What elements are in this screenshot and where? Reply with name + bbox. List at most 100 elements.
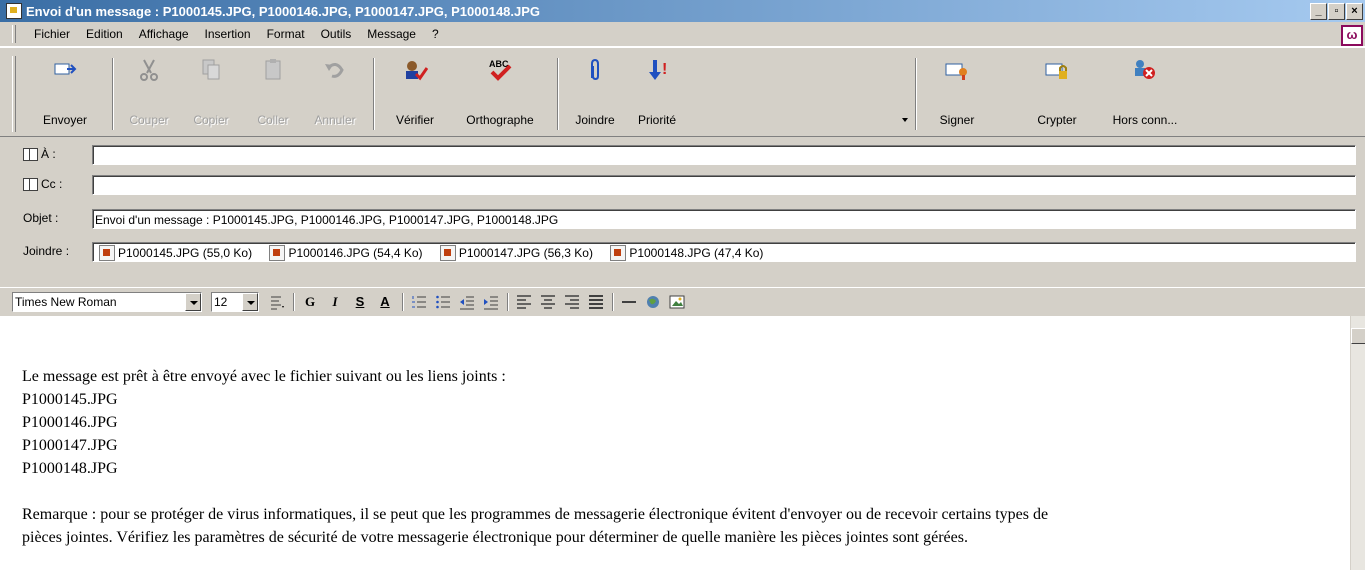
minimize-button[interactable]: _ — [1310, 3, 1327, 20]
font-size-select[interactable]: 12 — [211, 292, 259, 312]
body-file-line: P1000146.JPG — [22, 414, 118, 431]
check-names-icon — [406, 61, 428, 81]
undo-label: Annuler — [314, 113, 356, 127]
copy-button[interactable]: Copier — [180, 56, 242, 134]
menu-outils[interactable]: Outils — [313, 27, 360, 41]
cut-button[interactable]: Couper — [118, 56, 180, 134]
menu-bar: Fichier Edition Affichage Insertion Form… — [0, 22, 1365, 47]
cc-field[interactable] — [92, 175, 1356, 195]
attachment-item[interactable]: P1000148.JPG (47,4 Ko) — [606, 243, 763, 261]
close-button[interactable]: × — [1346, 3, 1363, 20]
address-book-icon — [23, 147, 38, 161]
to-label[interactable]: À : — [23, 147, 56, 161]
subject-label: Objet : — [23, 211, 59, 225]
font-color-button[interactable]: A — [375, 292, 395, 312]
attachment-item[interactable]: P1000146.JPG (54,4 Ko) — [265, 243, 423, 261]
align-right-button[interactable] — [562, 292, 582, 312]
bullet-list-button[interactable] — [433, 292, 453, 312]
subject-row: Objet : Envoi d'un message : P1000145.JP… — [0, 207, 1365, 233]
bold-button[interactable]: G — [300, 292, 320, 312]
cc-label[interactable]: Cc : — [23, 177, 62, 191]
spelling-icon: ABC — [489, 59, 512, 81]
paste-icon — [265, 59, 281, 80]
attach-label: Joindre — [575, 113, 615, 127]
address-book-icon — [23, 177, 38, 191]
menu-help[interactable]: ? — [424, 27, 447, 41]
check-names-button[interactable]: Vérifier — [380, 56, 450, 134]
justify-button[interactable] — [586, 292, 606, 312]
italic-button[interactable]: I — [325, 292, 345, 312]
priority-icon: ! — [649, 60, 667, 80]
sign-icon — [945, 63, 967, 80]
copy-label: Copier — [193, 113, 229, 127]
paste-button[interactable]: Coller — [242, 56, 304, 134]
priority-dropdown-arrow[interactable] — [902, 118, 908, 122]
lock-envelope-icon — [1045, 63, 1067, 79]
menu-fichier[interactable]: Fichier — [26, 27, 78, 41]
offline-icon — [1135, 60, 1155, 79]
offline-button[interactable]: Hors conn... — [1100, 56, 1190, 134]
attachment-item[interactable]: P1000147.JPG (56,3 Ko) — [436, 243, 593, 261]
menu-message[interactable]: Message — [359, 27, 424, 41]
menu-edition[interactable]: Edition — [78, 27, 131, 41]
window-title: Envoi d'un message : P1000145.JPG, P1000… — [26, 3, 541, 19]
jpg-file-icon — [610, 245, 627, 261]
increase-indent-button[interactable] — [481, 292, 501, 312]
message-body-editor[interactable]: Le message est prêt à être envoyé avec l… — [0, 316, 1350, 570]
globe-icon — [647, 296, 659, 308]
copy-icon — [202, 59, 220, 80]
paragraph-style-button[interactable] — [267, 292, 287, 312]
cc-row: Cc : — [0, 173, 1365, 199]
align-center-button[interactable] — [538, 292, 558, 312]
menu-grip[interactable] — [12, 25, 16, 43]
underline-button[interactable]: S — [350, 292, 370, 312]
chevron-down-icon[interactable] — [185, 293, 201, 311]
menu-format[interactable]: Format — [259, 27, 313, 41]
align-left-icon — [517, 295, 531, 309]
attach-button[interactable]: Joindre — [564, 56, 626, 134]
attachments-field[interactable]: P1000145.JPG (55,0 Ko) P1000146.JPG (54,… — [92, 242, 1356, 262]
priority-button[interactable]: ! Priorité — [626, 56, 688, 134]
font-family-select[interactable]: Times New Roman — [12, 292, 202, 312]
body-file-line: P1000147.JPG — [22, 437, 118, 454]
font-size-value: 12 — [214, 295, 228, 309]
maximize-button[interactable]: ▫ — [1328, 3, 1345, 20]
numbered-list-icon — [412, 296, 426, 308]
numbered-list-button[interactable] — [409, 292, 429, 312]
insert-image-button[interactable] — [667, 292, 687, 312]
horizontal-line-icon — [622, 301, 636, 303]
to-field[interactable] — [92, 145, 1356, 165]
encrypt-button[interactable]: Crypter — [1022, 56, 1092, 134]
horizontal-line-button[interactable] — [619, 292, 639, 312]
image-icon — [669, 295, 685, 309]
insert-link-button[interactable] — [643, 292, 663, 312]
sign-button[interactable]: Signer — [922, 56, 992, 134]
menu-affichage[interactable]: Affichage — [131, 27, 197, 41]
jpg-file-icon — [269, 245, 286, 261]
spelling-button[interactable]: ABC Orthographe — [450, 56, 550, 134]
decrease-indent-icon — [460, 296, 474, 310]
decrease-indent-button[interactable] — [457, 292, 477, 312]
send-button[interactable]: Envoyer — [30, 56, 100, 134]
svg-text:!: ! — [662, 61, 667, 78]
body-file-line: P1000148.JPG — [22, 460, 118, 477]
body-file-line: P1000145.JPG — [22, 391, 118, 408]
menu-insertion[interactable]: Insertion — [197, 27, 259, 41]
body-intro: Le message est prêt à être envoyé avec l… — [22, 368, 506, 385]
align-center-icon — [541, 295, 555, 309]
align-right-icon — [565, 295, 579, 309]
vertical-scrollbar[interactable] — [1350, 316, 1365, 570]
undo-button[interactable]: Annuler — [304, 56, 366, 134]
window-controls: _ ▫ × — [1310, 3, 1363, 20]
bullet-list-icon — [436, 295, 450, 309]
subject-field[interactable]: Envoi d'un message : P1000145.JPG, P1000… — [92, 209, 1356, 229]
scroll-up-button[interactable] — [1351, 328, 1365, 344]
brand-logo: ω — [1341, 25, 1363, 46]
justify-icon — [589, 295, 603, 309]
title-bar: Envoi d'un message : P1000145.JPG, P1000… — [0, 0, 1365, 22]
align-left-button[interactable] — [514, 292, 534, 312]
attachment-item[interactable]: P1000145.JPG (55,0 Ko) — [95, 243, 252, 261]
mail-compose-app-icon[interactable] — [6, 3, 22, 19]
toolbar-grip[interactable] — [12, 56, 16, 132]
chevron-down-icon[interactable] — [242, 293, 258, 311]
